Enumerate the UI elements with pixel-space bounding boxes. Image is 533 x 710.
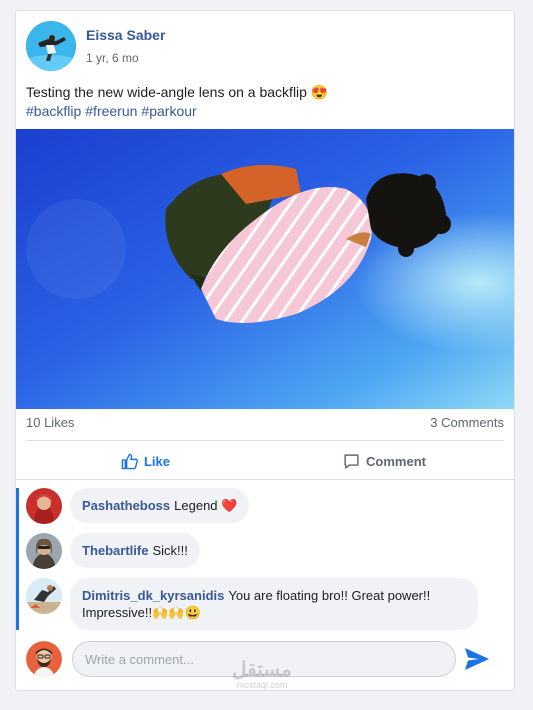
comment-button[interactable]: Comment <box>265 447 504 475</box>
hashtag-list: #backflip #freerun #parkour <box>26 102 328 121</box>
commenter-avatar[interactable] <box>26 488 62 524</box>
likes-count[interactable]: 10 Likes <box>26 415 74 430</box>
commenter-avatar[interactable] <box>26 578 62 614</box>
user-avatar-image <box>26 641 62 677</box>
hashtag-link[interactable]: #freerun <box>85 103 137 119</box>
commenter-avatar-image <box>26 488 62 524</box>
comment-bubble: Pashatheboss Legend ❤️ <box>70 488 250 523</box>
post-actions: Like Comment <box>26 447 504 475</box>
comment-item: Dimitris_dk_kyrsanidis You are floating b… <box>26 578 478 630</box>
author-avatar-image <box>26 21 76 71</box>
send-icon <box>465 648 489 670</box>
comment-text: Legend ❤️ <box>174 498 238 513</box>
author-name[interactable]: Eissa Saber <box>86 27 165 43</box>
comments-count[interactable]: 3 Comments <box>430 415 504 430</box>
comment-bubble: Dimitris_dk_kyrsanidis You are floating b… <box>70 578 478 630</box>
actions-divider <box>16 479 514 480</box>
hashtag-link[interactable]: #parkour <box>141 103 196 119</box>
comment-bubble: Thebartlife Sick!!! <box>70 533 200 568</box>
like-label: Like <box>143 453 170 469</box>
comment-icon <box>344 453 359 469</box>
watermark-logo-text: مستقل <box>232 659 292 681</box>
like-button[interactable]: Like <box>26 447 265 475</box>
send-button[interactable] <box>464 647 490 671</box>
post-stats: 10 Likes 3 Comments <box>26 415 504 430</box>
commenter-name[interactable]: Thebartlife <box>82 543 148 558</box>
current-user-avatar[interactable] <box>26 641 62 677</box>
post-header: Eissa Saber 1 yr, 6 mo <box>26 21 165 71</box>
post-text: Testing the new wide-angle lens on a bac… <box>26 84 329 100</box>
thumbs-up-icon <box>121 453 138 469</box>
stats-divider <box>26 440 504 441</box>
watermark-url: mostaql.com <box>236 680 288 690</box>
header-text: Eissa Saber 1 yr, 6 mo <box>86 27 165 65</box>
post-body: Testing the new wide-angle lens on a bac… <box>26 83 328 121</box>
post-card: Eissa Saber 1 yr, 6 mo Testing the new w… <box>15 10 515 691</box>
backflip-photo <box>16 129 514 409</box>
commenter-avatar-image <box>26 578 62 614</box>
post-timestamp[interactable]: 1 yr, 6 mo <box>86 51 165 65</box>
comment-item: Pashatheboss Legend ❤️ <box>26 488 250 524</box>
comment-text: Sick!!! <box>152 543 188 558</box>
commenter-avatar[interactable] <box>26 533 62 569</box>
post-photo[interactable] <box>16 129 514 409</box>
author-avatar[interactable] <box>26 21 76 71</box>
commenter-avatar-image <box>26 533 62 569</box>
comment-item: Thebartlife Sick!!! <box>26 533 200 569</box>
comment-list: Pashatheboss Legend ❤️ Thebartlife Sick!!! <box>16 488 514 630</box>
commenter-name[interactable]: Dimitris_dk_kyrsanidis <box>82 588 224 603</box>
hashtag-link[interactable]: #backflip <box>26 103 81 119</box>
watermark: مستقل mostaql.com <box>232 660 292 690</box>
commenter-name[interactable]: Pashatheboss <box>82 498 170 513</box>
comment-label: Comment <box>366 453 426 469</box>
